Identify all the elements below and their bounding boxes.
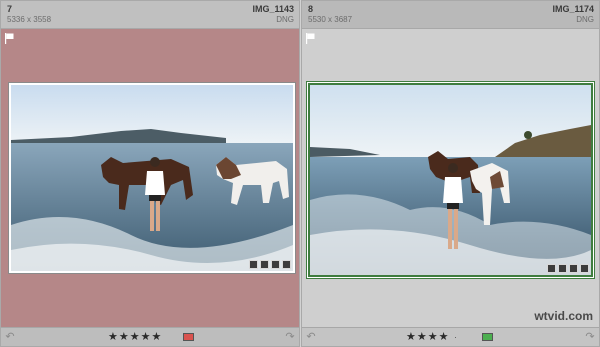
crop-icon[interactable] — [558, 264, 567, 273]
photo-thumbnail[interactable] — [308, 83, 593, 277]
rotate-right-icon[interactable]: ↷ — [284, 331, 296, 343]
image-dimensions: 5530 x 3687 — [308, 15, 353, 24]
beach-horses-photo — [310, 85, 591, 275]
file-name: IMG_1143 — [252, 4, 294, 14]
crop-icon[interactable] — [260, 260, 269, 269]
color-label[interactable] — [183, 333, 194, 341]
photo-thumbnail[interactable] — [9, 83, 295, 273]
image-dimensions: 5336 x 3558 — [7, 15, 52, 24]
cell-header: 7 5336 x 3558 IMG_1143 DNG — [1, 1, 299, 29]
rotate-left-icon[interactable]: ↶ — [4, 331, 16, 343]
photo-badges — [249, 260, 291, 269]
thumbnail-cell-img-1174[interactable]: 8 5530 x 3687 IMG_1174 DNG ↶ ★★★★ · ↷ wt… — [301, 0, 600, 347]
thumbnail-cell-img-1143[interactable]: 7 5336 x 3558 IMG_1143 DNG ↶ ★★★★★ ↷ — [0, 0, 300, 347]
rotate-right-icon[interactable]: ↷ — [584, 331, 596, 343]
tag-icon[interactable] — [249, 260, 258, 269]
star-rating[interactable]: ★★★★ — [406, 330, 449, 344]
photo-badges — [547, 264, 589, 273]
beach-horses-photo — [11, 85, 293, 271]
file-type: DNG — [576, 15, 594, 24]
rotate-left-icon[interactable]: ↶ — [305, 331, 317, 343]
empty-star-dot[interactable]: · — [454, 332, 457, 342]
cell-index: 8 — [308, 4, 314, 14]
color-label[interactable] — [482, 333, 493, 341]
develop-icon[interactable] — [580, 264, 589, 273]
flag-icon[interactable] — [306, 33, 315, 44]
cell-index: 7 — [7, 4, 13, 14]
develop-icon[interactable] — [282, 260, 291, 269]
flag-icon[interactable] — [5, 33, 14, 44]
tag-icon[interactable] — [547, 264, 556, 273]
cell-header: 8 5530 x 3687 IMG_1174 DNG — [302, 1, 599, 29]
file-name: IMG_1174 — [552, 4, 594, 14]
edit-icon[interactable] — [569, 264, 578, 273]
file-type: DNG — [276, 15, 294, 24]
cell-footer: ↶ ★★★★ · ↷ — [302, 327, 599, 346]
cell-footer: ↶ ★★★★★ ↷ — [1, 327, 299, 346]
star-rating[interactable]: ★★★★★ — [108, 330, 162, 344]
edit-icon[interactable] — [271, 260, 280, 269]
watermark: wtvid.com — [534, 309, 593, 323]
